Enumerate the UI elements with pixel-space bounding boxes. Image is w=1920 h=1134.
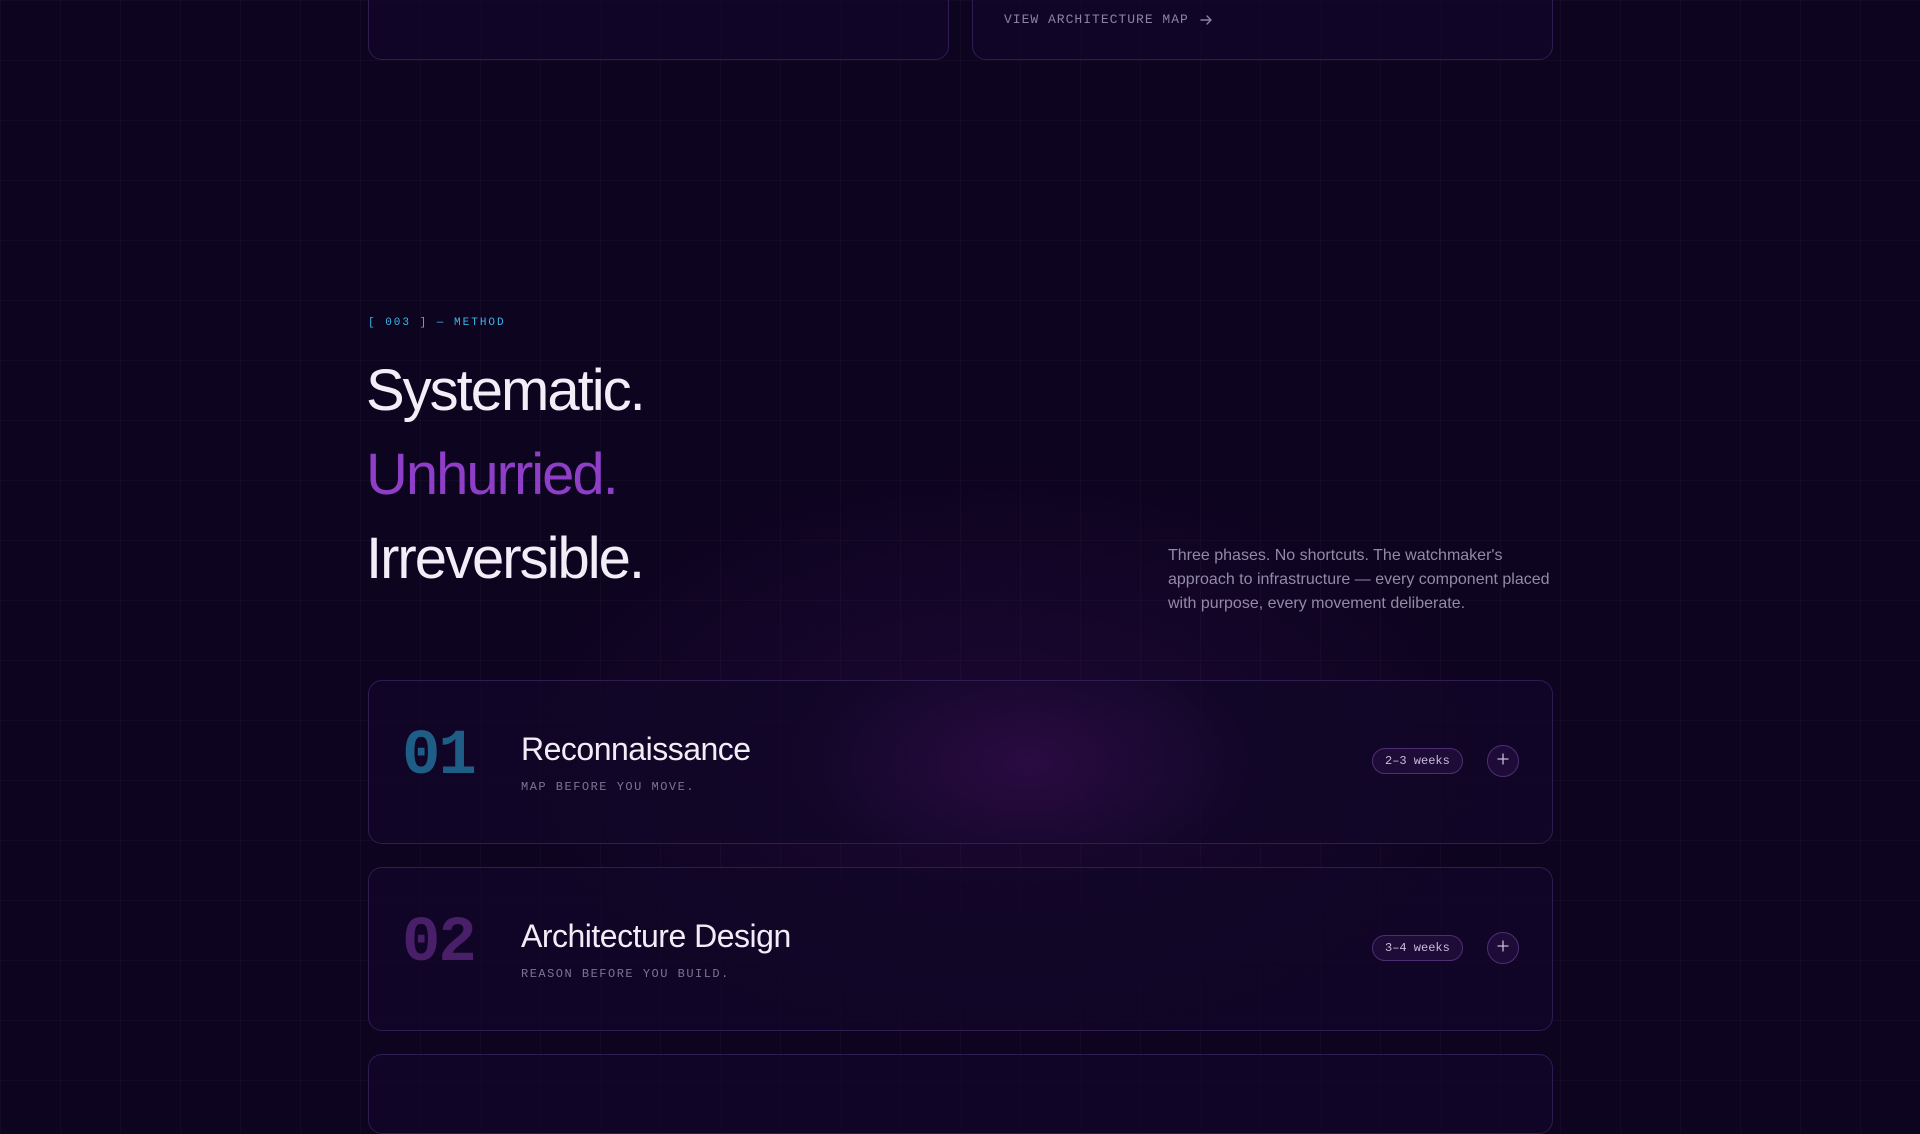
phase-card-architecture-design[interactable]: 02 Architecture Design REASON BEFORE YOU…: [368, 867, 1553, 1031]
headline-line-irreversible: Irreversible.: [366, 526, 645, 591]
phase-subtitle: REASON BEFORE YOU BUILD.: [521, 967, 730, 981]
phase-subtitle: MAP BEFORE YOU MOVE.: [521, 780, 696, 794]
arrow-right-icon: [1199, 13, 1213, 27]
headline-line-unhurried: Unhurried.: [366, 442, 619, 507]
top-card-right: [972, 0, 1553, 60]
phase-title: Reconnaissance: [521, 731, 751, 767]
duration-badge: 2–3 weeks: [1372, 748, 1463, 774]
phase-card-next[interactable]: [368, 1054, 1553, 1134]
phase-number: 02: [402, 908, 477, 980]
view-architecture-map-label: VIEW ARCHITECTURE MAP: [1004, 12, 1189, 27]
phase-card-reconnaissance[interactable]: 01 Reconnaissance MAP BEFORE YOU MOVE. 2…: [368, 680, 1553, 844]
phase-title: Architecture Design: [521, 918, 791, 954]
expand-button[interactable]: [1487, 932, 1519, 964]
plus-icon: [1497, 752, 1509, 770]
phase-number: 01: [402, 721, 477, 793]
duration-badge: 3–4 weeks: [1372, 935, 1463, 961]
section-eyebrow: [ 003 ] — METHOD: [368, 317, 506, 329]
view-architecture-map-link[interactable]: VIEW ARCHITECTURE MAP: [1004, 12, 1213, 27]
section-intro: Three phases. No shortcuts. The watchmak…: [1168, 547, 1550, 612]
headline-line-systematic: Systematic.: [366, 358, 646, 423]
top-card-left: [368, 0, 949, 60]
expand-button[interactable]: [1487, 745, 1519, 777]
plus-icon: [1497, 939, 1509, 957]
